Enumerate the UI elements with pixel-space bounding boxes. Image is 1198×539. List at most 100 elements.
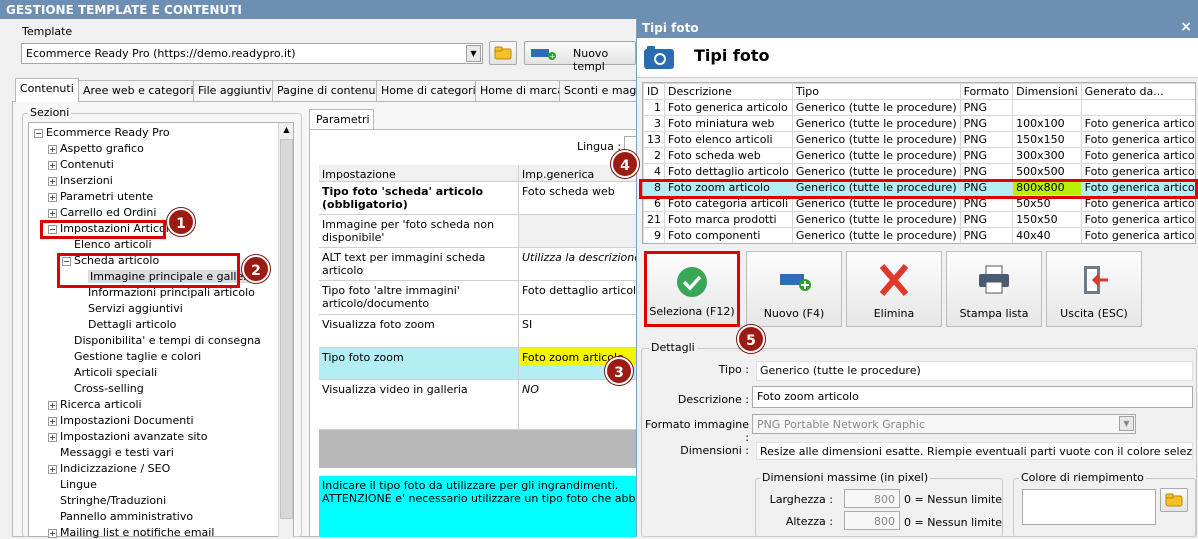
tree-item[interactable]: + Contenuti <box>48 158 114 171</box>
tree-item[interactable]: Pannello amministrativo <box>48 510 193 523</box>
cell-id: 3 <box>643 115 665 132</box>
param-value[interactable]: Foto dettaglio articolo <box>519 281 637 314</box>
tab-aree-web[interactable]: Aree web e categorie <box>78 80 206 101</box>
uscita-label: Uscita (ESC) <box>1060 307 1128 320</box>
close-icon[interactable]: × <box>1180 19 1192 35</box>
table-row[interactable]: 1 Foto generica articolo Generico (tutte l… <box>643 99 1195 116</box>
camera-icon <box>644 46 674 69</box>
seleziona-label: Seleziona (F12) <box>649 305 735 318</box>
chevron-down-icon[interactable]: ▼ <box>1119 416 1134 431</box>
tab-pagine-contenuti[interactable]: Pagine di contenuti <box>272 80 388 101</box>
param-value[interactable]: NO <box>519 380 637 429</box>
param-row[interactable]: Visualizza foto zoom SI <box>319 315 637 348</box>
param-row[interactable]: Tipo foto 'altre immagini' articolo/docu… <box>319 281 637 315</box>
tree-item[interactable]: Gestione taglie e colori <box>62 350 201 363</box>
tree-item[interactable]: Dettagli articolo <box>76 318 176 331</box>
template-combo[interactable]: Ecommerce Ready Pro (https://demo.readyp… <box>21 43 483 64</box>
tab-parametri[interactable]: Parametri <box>309 109 374 130</box>
expand-icon[interactable]: + <box>48 144 57 154</box>
table-row[interactable]: 4 Foto dettaglio articolo Generico (tutte … <box>643 163 1195 180</box>
expand-icon[interactable]: + <box>48 528 57 538</box>
folder-button[interactable] <box>489 41 517 65</box>
param-value[interactable]: Foto scheda web <box>519 182 637 214</box>
param-row[interactable]: Tipo foto zoom Foto zoom articolo <box>319 348 637 380</box>
tree-item[interactable]: Elenco articoli <box>62 238 152 251</box>
tab-contenuti[interactable]: Contenuti <box>15 78 79 102</box>
param-row[interactable]: Visualizza video in galleria NO <box>319 380 637 430</box>
expand-icon[interactable]: + <box>48 416 57 426</box>
tree-item[interactable]: + Indicizzazione / SEO <box>48 462 170 475</box>
col-tipo[interactable]: Tipo <box>791 83 961 100</box>
tree-item[interactable]: + Mailing list e notifiche email <box>48 526 214 539</box>
tree-item[interactable]: Disponibilita' e tempi di consegna <box>62 334 261 347</box>
tree-item[interactable]: Lingue <box>48 478 97 491</box>
stampa-button[interactable]: Stampa lista <box>946 251 1042 327</box>
col-dimensioni[interactable]: Dimensioni <box>1012 83 1082 100</box>
tree-item[interactable]: + Aspetto grafico <box>48 142 144 155</box>
col-generato[interactable]: Generato da... <box>1080 83 1195 100</box>
tab-home-marca[interactable]: Home di marca <box>475 80 570 101</box>
fill-color-swatch[interactable] <box>1022 489 1156 525</box>
param-row[interactable]: Tipo foto 'scheda' articolo (obbligatori… <box>319 182 637 215</box>
tree-item-label: Impostazioni Documenti <box>60 414 194 427</box>
fill-color-button[interactable] <box>1160 488 1188 512</box>
col-id[interactable]: ID <box>643 83 665 100</box>
tree-item[interactable]: + Parametri utente <box>48 190 153 203</box>
descrizione-input[interactable]: Foto zoom articolo <box>752 386 1193 408</box>
scroll-thumb[interactable] <box>280 139 293 519</box>
tree-item[interactable]: + Ricerca articoli <box>48 398 142 411</box>
table-row[interactable]: 2 Foto scheda web Generico (tutte le proce… <box>643 147 1195 164</box>
tree-item-label: Aspetto grafico <box>60 142 144 155</box>
tab-sconti[interactable]: Sconti e maggi <box>559 80 637 101</box>
larghezza-input[interactable]: 800 <box>844 489 900 508</box>
elimina-button[interactable]: Elimina <box>846 251 942 327</box>
tree-item-label: Dettagli articolo <box>88 318 177 331</box>
tree-scrollbar[interactable]: ▲ <box>278 123 293 537</box>
tree-item[interactable]: Articoli speciali <box>62 366 157 379</box>
tree-item[interactable]: − Ecommerce Ready Pro <box>34 126 170 139</box>
scroll-up-icon[interactable]: ▲ <box>281 125 292 137</box>
col-formato[interactable]: Formato <box>959 83 1014 100</box>
table-row[interactable]: 21 Foto marca prodotti Generico (tutte le … <box>643 211 1195 228</box>
tab-file-aggiuntivi[interactable]: File aggiuntivi <box>193 80 280 101</box>
tab-home-categoria[interactable]: Home di categoria <box>376 80 488 101</box>
expand-icon[interactable]: + <box>48 176 57 186</box>
expand-icon[interactable]: + <box>48 160 57 170</box>
tree-item[interactable]: + Inserzioni <box>48 174 113 187</box>
param-name: Visualizza video in galleria <box>319 380 519 429</box>
expand-icon[interactable]: + <box>48 464 57 474</box>
tree-item[interactable]: Messaggi e testi vari <box>48 446 174 459</box>
expand-icon[interactable]: + <box>48 432 57 442</box>
cell-desc: Foto marca prodotti <box>664 211 793 228</box>
param-value[interactable]: SI <box>519 315 637 347</box>
new-template-button[interactable]: + Nuovo templ <box>524 41 636 73</box>
chevron-down-icon[interactable]: ▼ <box>466 45 481 62</box>
tree-item[interactable]: Cross-selling <box>62 382 144 395</box>
uscita-button[interactable]: Uscita (ESC) <box>1046 251 1142 327</box>
seleziona-button[interactable]: Seleziona (F12) <box>644 251 740 327</box>
altezza-input[interactable]: 800 <box>844 511 900 530</box>
tree-item[interactable]: + Impostazioni avanzate sito <box>48 430 207 443</box>
cell-tipo: Generico (tutte le procedure) <box>791 163 961 180</box>
nuovo-button[interactable]: Nuovo (F4) <box>746 251 842 327</box>
tree-item[interactable]: + Impostazioni Documenti <box>48 414 194 427</box>
collapse-icon[interactable]: − <box>34 128 43 138</box>
expand-icon[interactable]: + <box>48 192 57 202</box>
table-row[interactable]: 9 Foto componenti Generico (tutte le proce… <box>643 227 1195 243</box>
expand-icon[interactable]: + <box>48 400 57 410</box>
tree-item[interactable]: + Carrello ed Ordini <box>48 206 156 219</box>
param-value[interactable]: Utilizza la descrizione de <box>519 248 637 280</box>
param-row[interactable]: ALT text per immagini scheda articolo Uti… <box>319 248 637 281</box>
table-row[interactable]: 13 Foto elenco articoli Generico (tutte le… <box>643 131 1195 148</box>
checkmark-icon <box>677 267 707 297</box>
tree-item-label: Contenuti <box>60 158 114 171</box>
col-descrizione[interactable]: Descrizione <box>664 83 793 100</box>
formato-select[interactable]: PNG Portable Network Graphic ▼ <box>752 414 1136 434</box>
table-row[interactable]: 3 Foto miniatura web Generico (tutte le pr… <box>643 115 1195 132</box>
param-value[interactable] <box>519 215 637 247</box>
tree-item[interactable]: Servizi aggiuntivi <box>76 302 183 315</box>
expand-icon[interactable]: + <box>48 208 57 218</box>
tree-item[interactable]: Stringhe/Traduzioni <box>48 494 166 507</box>
tipi-foto-grid-container[interactable]: ID Descrizione Tipo Formato Dimensioni G… <box>642 82 1196 244</box>
param-row[interactable]: Immagine per 'foto scheda non disponibil… <box>319 215 637 248</box>
